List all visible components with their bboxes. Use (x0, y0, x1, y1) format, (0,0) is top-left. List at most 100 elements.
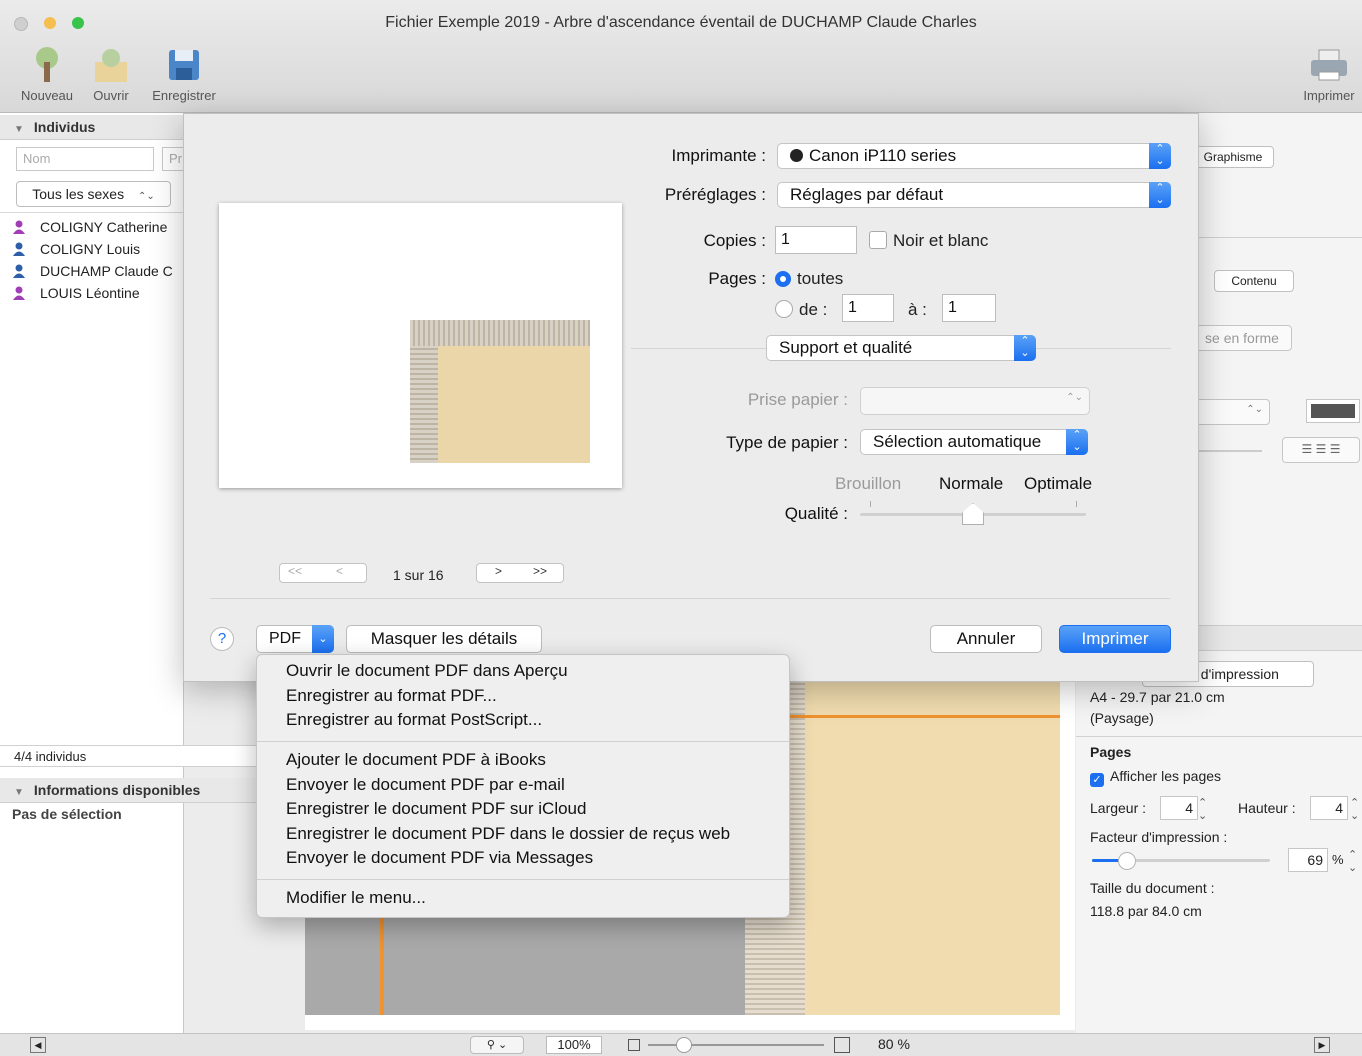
page-indicator: 1 sur 16 (393, 567, 444, 583)
slider-knob[interactable] (962, 503, 984, 525)
zoom-field[interactable]: 100% (546, 1036, 602, 1054)
align-left-icon[interactable]: ☰ (1302, 442, 1313, 456)
quality-label: Qualité : (784, 504, 848, 523)
menu-item-open-preview[interactable]: Ouvrir le document PDF dans Aperçu (286, 661, 568, 681)
print-factor-stepper[interactable]: ⌃ ⌄ (1348, 848, 1357, 874)
sex-filter-select[interactable]: Tous les sexes ⌃⌄ (16, 181, 171, 207)
font-select[interactable]: ⌃⌄ (1192, 399, 1270, 425)
printer-status-icon (790, 149, 803, 162)
menu-item-edit-menu[interactable]: Modifier le menu... (286, 888, 426, 908)
list-item[interactable]: COLIGNY Louis (12, 239, 140, 259)
save-button[interactable]: Enregistrer (142, 46, 226, 103)
paper-feed-select[interactable]: ⌃⌄ (860, 387, 1090, 415)
divider (1076, 736, 1362, 737)
divider (210, 598, 1170, 599)
layout-button[interactable]: se en forme (1192, 325, 1292, 351)
preview-parchment (410, 320, 590, 463)
pdf-menu-button[interactable]: PDF ⌄ (256, 625, 334, 653)
menu-item-email[interactable]: Envoyer le document PDF par e-mail (286, 775, 565, 795)
new-button[interactable]: Nouveau (14, 46, 80, 103)
menu-item-save-postscript[interactable]: Enregistrer au format PostScript... (286, 710, 542, 730)
next-page-button[interactable]: > (495, 564, 502, 578)
menu-item-ibooks[interactable]: Ajouter le document PDF à iBooks (286, 750, 546, 770)
copies-label: Copies : (703, 231, 766, 250)
copies-field[interactable]: 1 (775, 226, 857, 254)
color-well[interactable] (1306, 399, 1360, 423)
sidebar-toggle-left-icon[interactable]: ◀ (30, 1037, 46, 1053)
last-page-button[interactable]: >> (533, 564, 547, 578)
slider-track[interactable] (1192, 450, 1262, 452)
menu-item-messages[interactable]: Envoyer le document PDF via Messages (286, 848, 593, 868)
divider (0, 212, 183, 213)
percent-unit: % (1332, 852, 1344, 867)
print-factor-label: Facteur d'impression : (1090, 829, 1228, 845)
print-factor-slider[interactable] (1092, 852, 1270, 870)
list-item[interactable]: DUCHAMP Claude C (12, 261, 173, 281)
no-selection-label: Pas de sélection (12, 806, 122, 822)
menu-item-web-receipts[interactable]: Enregistrer le document PDF dans le doss… (286, 824, 730, 844)
width-stepper[interactable]: ⌃ ⌄ (1198, 796, 1207, 822)
print-dialog: << < 1 sur 16 > >> Imprimante : Canon iP… (183, 113, 1199, 682)
magnifier-icon: ⚲ (486, 1039, 495, 1051)
first-page-button[interactable]: << (288, 564, 302, 578)
male-person-icon (13, 264, 25, 278)
pages-label: Pages : (708, 269, 766, 288)
list-item[interactable]: LOUIS Léontine (12, 283, 140, 303)
menu-item-icloud[interactable]: Enregistrer le document PDF sur iCloud (286, 799, 586, 819)
section-select[interactable]: Support et qualité ⌃ ⌄ (766, 335, 1036, 361)
width-label: Largeur : (1090, 800, 1147, 816)
show-pages-checkbox[interactable]: ✓ Afficher les pages (1090, 768, 1221, 787)
zoom-out-icon[interactable] (628, 1039, 640, 1051)
previous-page-button[interactable]: < (336, 564, 343, 578)
presets-label: Préréglages : (664, 185, 766, 204)
window-toolbar: Fichier Exemple 2019 - Arbre d'ascendanc… (0, 0, 1362, 113)
print-toolbar-button[interactable]: Imprimer (1296, 46, 1362, 103)
tab-graphism[interactable]: Graphisme (1192, 146, 1274, 168)
width-field[interactable]: 4 (1160, 796, 1198, 820)
open-button[interactable]: Ouvrir (86, 46, 136, 103)
align-right-icon[interactable]: ☰ (1330, 442, 1341, 456)
zoom-level-text: 80 % (878, 1036, 910, 1052)
pdf-dropdown-menu: Ouvrir le document PDF dans Aperçu Enreg… (256, 654, 790, 918)
zoom-slider[interactable] (648, 1044, 824, 1046)
quality-slider[interactable] (860, 501, 1086, 525)
updown-arrows-icon: ⌃⌄ (137, 191, 155, 202)
pages-to-field[interactable]: 1 (942, 294, 996, 322)
presets-select[interactable]: Réglages par défaut ⌃ ⌄ (777, 182, 1171, 208)
pages-to-label: à : (908, 300, 927, 319)
help-icon[interactable]: ? (210, 627, 234, 651)
updown-arrows-icon: ⌃⌄ (1066, 429, 1088, 455)
paper-type-select[interactable]: Sélection automatique ⌃ ⌄ (860, 429, 1088, 455)
black-white-checkbox[interactable]: Noir et blanc (869, 231, 988, 251)
pages-all-radio[interactable]: toutes (775, 269, 843, 289)
height-stepper[interactable]: ⌃ ⌄ (1350, 796, 1359, 822)
paper-size-text: A4 - 29.7 par 21.0 cm (1090, 689, 1225, 705)
zoom-in-icon[interactable] (834, 1037, 850, 1053)
print-factor-field[interactable]: 69 (1288, 848, 1328, 872)
info-section-header[interactable]: ▼ Informations disponibles (0, 778, 260, 803)
pages-range-radio[interactable]: de : (775, 300, 827, 320)
text-alignment-control[interactable]: ☰ ☰ ☰ (1282, 437, 1360, 463)
hide-details-button[interactable]: Masquer les détails (346, 625, 542, 653)
disclosure-triangle-icon: ▼ (14, 124, 24, 135)
zoom-menu-button[interactable]: ⚲ ⌄ (470, 1036, 524, 1054)
align-center-icon[interactable]: ☰ (1316, 442, 1327, 456)
checkmark-icon: ✓ (1090, 773, 1104, 787)
orientation-text: (Paysage) (1090, 710, 1154, 726)
list-item[interactable]: COLIGNY Catherine (12, 217, 167, 237)
slider-knob[interactable] (1118, 852, 1136, 870)
printer-select[interactable]: Canon iP110 series ⌃ ⌄ (777, 143, 1171, 169)
print-button[interactable]: Imprimer (1059, 625, 1171, 653)
updown-arrows-icon: ⌃⌄ (1066, 392, 1083, 403)
slider-knob[interactable] (676, 1037, 692, 1053)
sidebar-toggle-right-icon[interactable]: ▶ (1314, 1037, 1330, 1053)
updown-arrows-icon: ⌃⌄ (1014, 335, 1036, 361)
tab-content[interactable]: Contenu (1214, 270, 1294, 292)
printer-label: Imprimante : (671, 146, 766, 165)
cancel-button[interactable]: Annuler (930, 625, 1042, 653)
menu-item-save-pdf[interactable]: Enregistrer au format PDF... (286, 686, 497, 706)
folder-tree-icon (95, 49, 127, 82)
name-search-input[interactable]: Nom (16, 147, 154, 171)
height-field[interactable]: 4 (1310, 796, 1348, 820)
pages-from-field[interactable]: 1 (842, 294, 894, 322)
